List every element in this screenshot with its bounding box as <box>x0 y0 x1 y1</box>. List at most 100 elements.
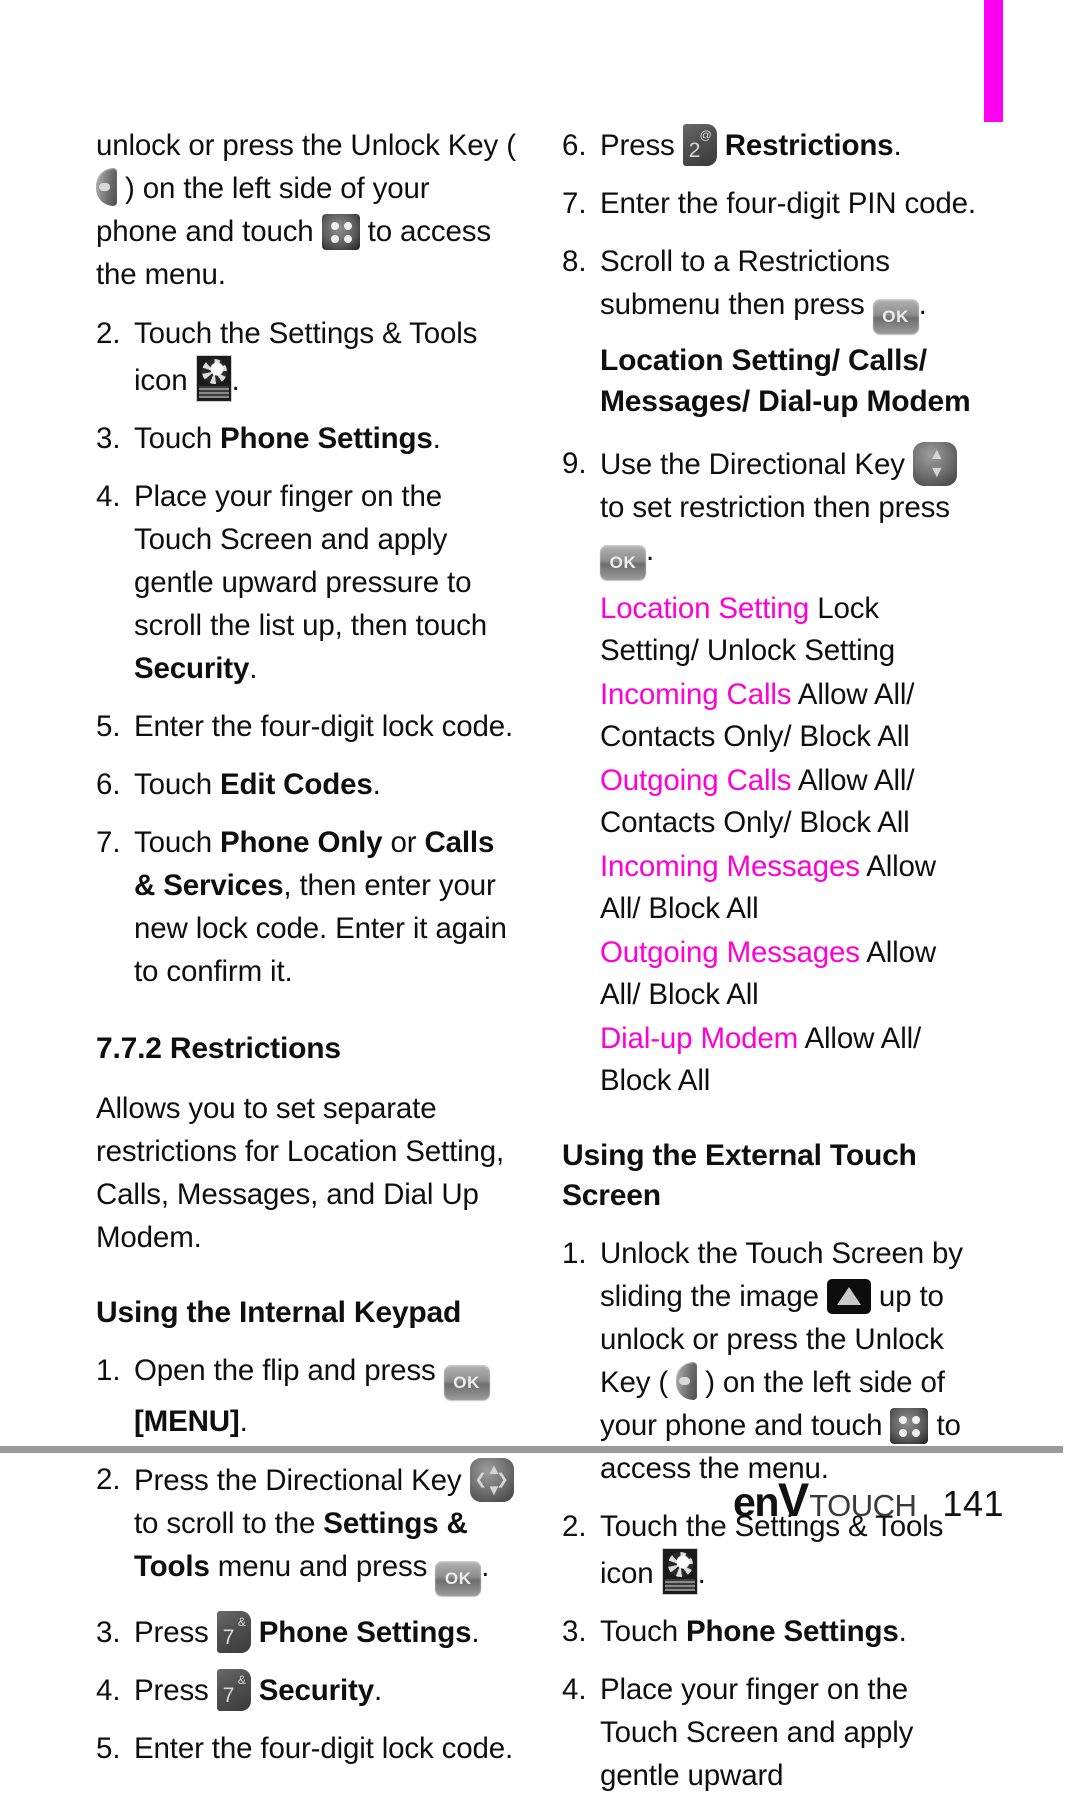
step-4-bold: Security <box>134 652 250 685</box>
restriction-option-key: Location Setting <box>600 592 810 625</box>
subheading-external-touch-screen: Using the External Touch Screen <box>562 1139 917 1212</box>
step-6-text-before: Touch <box>134 768 221 801</box>
keypad-step-4-body: Press 7 & Security. <box>134 1669 516 1712</box>
list-item: 3. Touch Phone Settings. <box>562 1610 982 1653</box>
keypad-step-1-text-end: . <box>239 1405 248 1438</box>
keypad-step-4-bold: Security <box>258 1674 374 1707</box>
keypad-step-7-body: Enter the four-digit PIN code. <box>600 187 976 220</box>
step-7-body: Touch Phone Only or Calls & Services, th… <box>134 821 516 993</box>
touch-step-3-body: Touch Phone Settings. <box>600 1610 982 1653</box>
section-heading: 7.7.2 Restrictions <box>96 1032 341 1065</box>
step-3-text-before: Touch <box>134 422 221 455</box>
menu-dots-icon <box>321 214 360 250</box>
keypad-step-6-number: 6. <box>562 129 587 162</box>
keypad-step-9-text-after: . <box>646 534 655 567</box>
left-column: unlock or press the Unlock Key ( ) on th… <box>96 124 516 1785</box>
step-4-text-after: . <box>249 652 258 685</box>
step-1-continuation: unlock or press the Unlock Key ( ) on th… <box>96 124 516 296</box>
keypad-step-4-number: 4. <box>96 1674 121 1707</box>
keypad-step-5-number: 5. <box>96 1732 121 1765</box>
keypad-step-2-number: 2. <box>96 1463 121 1496</box>
step-2-text-after: . <box>231 364 240 397</box>
keypad-step-8-text-after: . <box>918 288 927 321</box>
keypad-step-2-text-after: menu and press <box>209 1550 436 1583</box>
restriction-option-key: Outgoing Messages <box>600 936 860 969</box>
list-item: 4. Press 7 & Security. <box>96 1669 516 1712</box>
keypad-key-digit: 2 <box>688 139 701 162</box>
keypad-key-superscript: & <box>237 1615 246 1629</box>
keypad-step-9-text-before: Use the Directional Key <box>600 448 913 481</box>
touch-step-3-bold: Phone Settings <box>686 1615 899 1648</box>
step-6-text-after: . <box>372 768 381 801</box>
keypad-step-1-text-before: Open the flip and press <box>134 1354 444 1387</box>
keypad-step-9-number: 9. <box>562 447 587 480</box>
up-down-directional-key-icon: ▲ ▼ <box>912 442 957 486</box>
list-item: 7. Enter the four-digit PIN code. <box>562 182 982 225</box>
touch-step-3-text-before: Touch <box>600 1615 687 1648</box>
restriction-option: Dial-up Modem Allow All/ Block All <box>600 1018 982 1102</box>
keypad-step-8-body: Scroll to a Restrictions submenu then pr… <box>600 240 982 334</box>
keypad-step-6-body: Press 2 @ Restrictions. <box>600 124 982 167</box>
restriction-option-key: Incoming Calls <box>600 678 792 711</box>
step-3-number: 3. <box>96 422 121 455</box>
keypad-step-4-text-after: . <box>373 1674 383 1707</box>
step-3-body: Touch Phone Settings. <box>134 417 516 460</box>
unlock-key-icon <box>96 168 117 206</box>
restriction-option: Incoming Calls Allow All/ Contacts Only/… <box>600 674 982 758</box>
keypad-step-3-number: 3. <box>96 1616 121 1649</box>
list-item: 4. Place your finger on the Touch Screen… <box>562 1668 982 1797</box>
touch-step-4-body: Place your finger on the Touch Screen an… <box>600 1673 914 1792</box>
step-5-body: Enter the four-digit lock code. <box>134 710 514 743</box>
section-body-text: Allows you to set separate restrictions … <box>96 1092 505 1254</box>
step-5-number: 5. <box>96 710 121 743</box>
keypad-step-1-body: Open the flip and press OK [MENU]. <box>134 1349 516 1443</box>
keypad-step-9-text-mid: to set restriction then press <box>600 491 950 524</box>
restriction-option-key: Incoming Messages <box>600 850 860 883</box>
keypad-step-6-text-after: . <box>893 129 902 162</box>
env-touch-logo: enVTOUCH <box>733 1472 917 1527</box>
list-item: 6. Touch Edit Codes. <box>96 763 516 806</box>
list-item: 1. Open the flip and press OK [MENU]. <box>96 1349 516 1443</box>
ok-key-icon: OK <box>443 1365 490 1400</box>
list-item: 3. Press 7 & Phone Settings. <box>96 1611 516 1654</box>
step-4-text-before: Place your finger on the Touch Screen an… <box>134 480 487 642</box>
step-7-text-mid: or <box>382 826 425 859</box>
list-item: 2. Press the Directional Key ▲ ▼ ❮ ❯ to scr… <box>96 1458 516 1596</box>
keypad-key-superscript: @ <box>699 128 712 142</box>
keypad-step-6-text-before: Press <box>600 129 683 162</box>
manual-page: unlock or press the Unlock Key ( ) on th… <box>0 0 1080 1792</box>
directional-key-icon: ▲ ▼ ❮ ❯ <box>469 1458 514 1502</box>
keypad-key-2-icon: 2 @ <box>682 124 717 166</box>
keypad-step-1-number: 1. <box>96 1354 121 1387</box>
step-6-body: Touch Edit Codes. <box>134 763 516 806</box>
step-7-number: 7. <box>96 826 121 859</box>
restriction-option: Location Setting Lock Setting/ Unlock Se… <box>600 588 982 672</box>
list-item: 4. Place your finger on the Touch Screen… <box>96 475 516 690</box>
step-1-text-part2: ( <box>506 129 516 162</box>
ok-key-icon: OK <box>600 545 646 580</box>
touch-step-3-text-after: . <box>898 1615 907 1648</box>
list-item: 9. Use the Directional Key ▲ ▼ to set res… <box>562 442 982 580</box>
touch-step-4-number: 4. <box>562 1673 587 1706</box>
list-item: 3. Touch Phone Settings. <box>96 417 516 460</box>
logo-env-text: en <box>733 1479 779 1525</box>
logo-v-text: V <box>777 1473 810 1526</box>
keypad-step-6-bold: Restrictions <box>724 129 894 162</box>
page-footer: enVTOUCH 141 <box>733 1472 1004 1527</box>
ok-key-icon: OK <box>872 299 919 334</box>
step-3-text-after: . <box>432 422 441 455</box>
keypad-step-7-number: 7. <box>562 187 587 220</box>
keypad-step-8-text-before: Scroll to a Restrictions submenu then pr… <box>600 245 890 321</box>
restriction-option-key: Dial-up Modem <box>600 1022 799 1055</box>
step-4-body: Place your finger on the Touch Screen an… <box>134 475 516 690</box>
menu-dots-icon <box>890 1408 929 1444</box>
unlock-key-icon <box>676 1362 698 1400</box>
keypad-step-2-body: Press the Directional Key ▲ ▼ ❮ ❯ to scroll… <box>134 1458 516 1596</box>
keypad-step-8-number: 8. <box>562 245 587 278</box>
keypad-key-7-icon: 7 & <box>216 1669 251 1711</box>
keypad-step-3-body: Press 7 & Phone Settings. <box>134 1611 516 1654</box>
subheading-internal-keypad: Using the Internal Keypad <box>96 1296 462 1329</box>
footer-divider <box>0 1446 1063 1453</box>
restriction-options-list: Location Setting Lock Setting/ Unlock Se… <box>562 588 982 1102</box>
keypad-key-7-icon: 7 & <box>216 1611 251 1653</box>
